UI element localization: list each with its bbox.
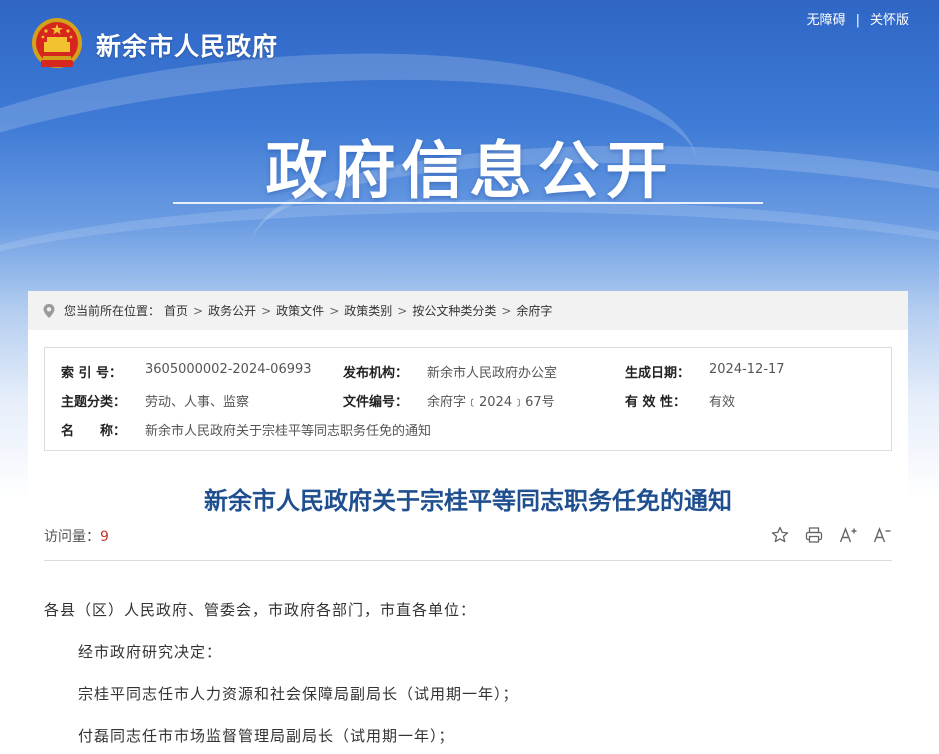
topic-label: 主题分类：: [61, 395, 127, 410]
article-paragraph: 宗桂平同志任市人力资源和社会保障局副局长（试用期一年）；: [78, 685, 519, 703]
font-increase-icon[interactable]: [838, 525, 858, 545]
print-icon[interactable]: [804, 525, 824, 545]
breadcrumb-home[interactable]: 首页: [164, 302, 188, 319]
name-value: 新余市人民政府关于宗桂平等同志职务任免的通知: [145, 424, 432, 439]
breadcrumb-policy-documents[interactable]: 政策文件: [276, 302, 324, 319]
breadcrumb-government-affairs[interactable]: 政务公开: [208, 302, 256, 319]
top-links: 无障碍 | 关怀版: [807, 9, 909, 28]
national-emblem-icon[interactable]: [30, 16, 84, 72]
article-paragraph: 各县（区）人民政府、管委会，市政府各部门，市直各单位：: [44, 601, 477, 619]
content-panel: 您当前所在位置： 首页 > 政务公开 > 政策文件 > 政策类别 > 按公文种类…: [28, 291, 908, 754]
metadata-row: 主题分类： 劳动、人事、监察 文件编号： 余府字﹝2024﹞67号 有 效 性：…: [45, 391, 893, 411]
date-label: 生成日期：: [625, 366, 691, 381]
name-label: 名 称：: [61, 424, 127, 439]
breadcrumb-separator: >: [329, 303, 340, 318]
publisher-value: 新余市人民政府办公室: [427, 366, 558, 381]
validity-value: 有效: [709, 395, 736, 410]
index-label: 索 引 号：: [61, 366, 123, 381]
location-pin-icon: [43, 303, 55, 318]
breadcrumb-policy-category[interactable]: 政策类别: [344, 302, 392, 319]
topic-value: 劳动、人事、监察: [145, 395, 250, 410]
visits-label: 访问量：: [44, 529, 100, 545]
star-icon[interactable]: [770, 525, 790, 545]
docno-label: 文件编号：: [343, 395, 409, 410]
banner-title: 政府信息公开: [265, 134, 674, 207]
article-tools: [770, 525, 892, 545]
breadcrumb-separator: >: [397, 303, 408, 318]
site-name[interactable]: 新余市人民政府: [96, 27, 278, 63]
metadata-row: 索 引 号： 3605000002-2024-06993 发布机构： 新余市人民…: [45, 362, 893, 382]
breadcrumb-separator: >: [501, 303, 512, 318]
document-metadata: 索 引 号： 3605000002-2024-06993 发布机构： 新余市人民…: [44, 347, 892, 451]
docno-value: 余府字﹝2024﹞67号: [427, 395, 555, 410]
visit-counter: 访问量：9: [44, 526, 109, 546]
title-divider: [44, 560, 892, 561]
care-mode-link[interactable]: 关怀版: [870, 13, 909, 28]
article-paragraph: 经市政府研究决定：: [78, 643, 223, 661]
breadcrumb-prefix: 您当前所在位置：: [64, 304, 161, 318]
index-value: 3605000002-2024-06993: [145, 362, 312, 377]
font-decrease-icon[interactable]: [872, 525, 892, 545]
breadcrumb-yufuzi[interactable]: 余府字: [516, 302, 552, 319]
validity-label: 有 效 性：: [625, 395, 687, 410]
accessibility-link[interactable]: 无障碍: [807, 13, 846, 28]
publisher-label: 发布机构：: [343, 366, 409, 381]
visits-count: 9: [100, 529, 109, 545]
article-title: 新余市人民政府关于宗桂平等同志职务任免的通知: [204, 487, 732, 515]
banner-underline: [173, 202, 763, 204]
breadcrumb-separator: >: [261, 303, 272, 318]
link-separator: |: [855, 13, 860, 28]
breadcrumb-separator: >: [193, 303, 204, 318]
metadata-row: 名 称： 新余市人民政府关于宗桂平等同志职务任免的通知: [45, 420, 893, 440]
breadcrumb: 您当前所在位置： 首页 > 政务公开 > 政策文件 > 政策类别 > 按公文种类…: [28, 291, 908, 330]
breadcrumb-by-document-type[interactable]: 按公文种类分类: [412, 302, 496, 319]
date-value: 2024-12-17: [709, 362, 785, 377]
article-paragraph: 付磊同志任市市场监督管理局副局长（试用期一年）；: [78, 727, 455, 745]
